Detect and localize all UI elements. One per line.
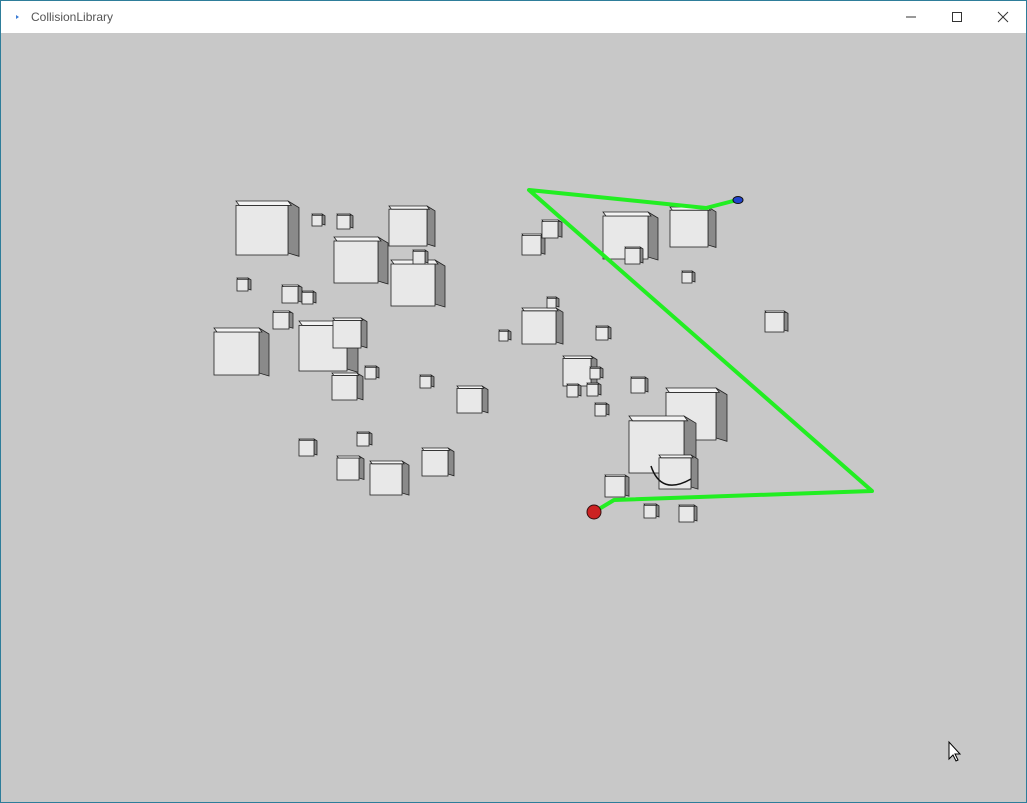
- obstacle-box: [412, 249, 429, 265]
- obstacle-box: [764, 310, 789, 333]
- obstacle-box: [521, 233, 546, 256]
- obstacle-box: [236, 277, 252, 292]
- obstacle-box: [333, 236, 389, 285]
- maximize-button[interactable]: [934, 1, 980, 33]
- obstacle-box: [213, 327, 270, 377]
- obstacle-box: [364, 365, 380, 380]
- app-icon: [16, 15, 19, 19]
- obstacle-box: [301, 290, 317, 305]
- obstacle-box: [595, 325, 612, 341]
- obstacle-box: [630, 376, 649, 394]
- obstacle-box: [589, 366, 604, 380]
- minimize-icon: [906, 16, 916, 18]
- obstacle-box: [669, 206, 717, 248]
- obstacle-box: [586, 382, 602, 397]
- scene-canvas[interactable]: [2, 33, 1026, 801]
- obstacle-box: [456, 385, 489, 414]
- start-marker: [586, 504, 602, 520]
- obstacle-box: [298, 438, 318, 457]
- obstacle-box: [336, 213, 354, 230]
- maximize-icon: [952, 12, 962, 22]
- obstacle-box: [566, 383, 582, 398]
- obstacle-box: [332, 317, 368, 349]
- obstacle-box: [235, 200, 300, 257]
- obstacle-box: [388, 205, 436, 247]
- obstacle-box: [281, 284, 303, 304]
- obstacle-box: [419, 374, 435, 389]
- obstacle-box: [390, 259, 446, 308]
- goal-marker: [732, 196, 744, 204]
- obstacle-box: [498, 329, 512, 342]
- obstacle-box: [541, 219, 563, 239]
- obstacle-box: [594, 402, 610, 417]
- obstacle-box: [604, 474, 630, 498]
- obstacle-box: [624, 246, 644, 265]
- obstacle-box: [421, 447, 455, 477]
- minimize-button[interactable]: [888, 1, 934, 33]
- close-icon: [997, 11, 1009, 23]
- obstacle-box: [521, 307, 564, 345]
- obstacle-box: [678, 504, 698, 523]
- obstacle-box: [331, 372, 364, 401]
- window-title: CollisionLibrary: [31, 10, 114, 24]
- obstacle-box: [369, 460, 410, 496]
- app-window: CollisionLibrary: [0, 0, 1027, 803]
- obstacle-box: [546, 296, 560, 309]
- title-bar[interactable]: CollisionLibrary: [1, 1, 1026, 33]
- obstacle-box: [311, 213, 326, 227]
- obstacle-box: [681, 270, 696, 284]
- close-button[interactable]: [980, 1, 1026, 33]
- obstacle-box: [356, 431, 373, 447]
- obstacle-box: [272, 310, 294, 330]
- 3d-viewport[interactable]: [2, 33, 1026, 801]
- obstacle-box: [336, 455, 365, 481]
- mouse-pointer-icon: [948, 740, 962, 762]
- obstacle-box: [643, 503, 660, 519]
